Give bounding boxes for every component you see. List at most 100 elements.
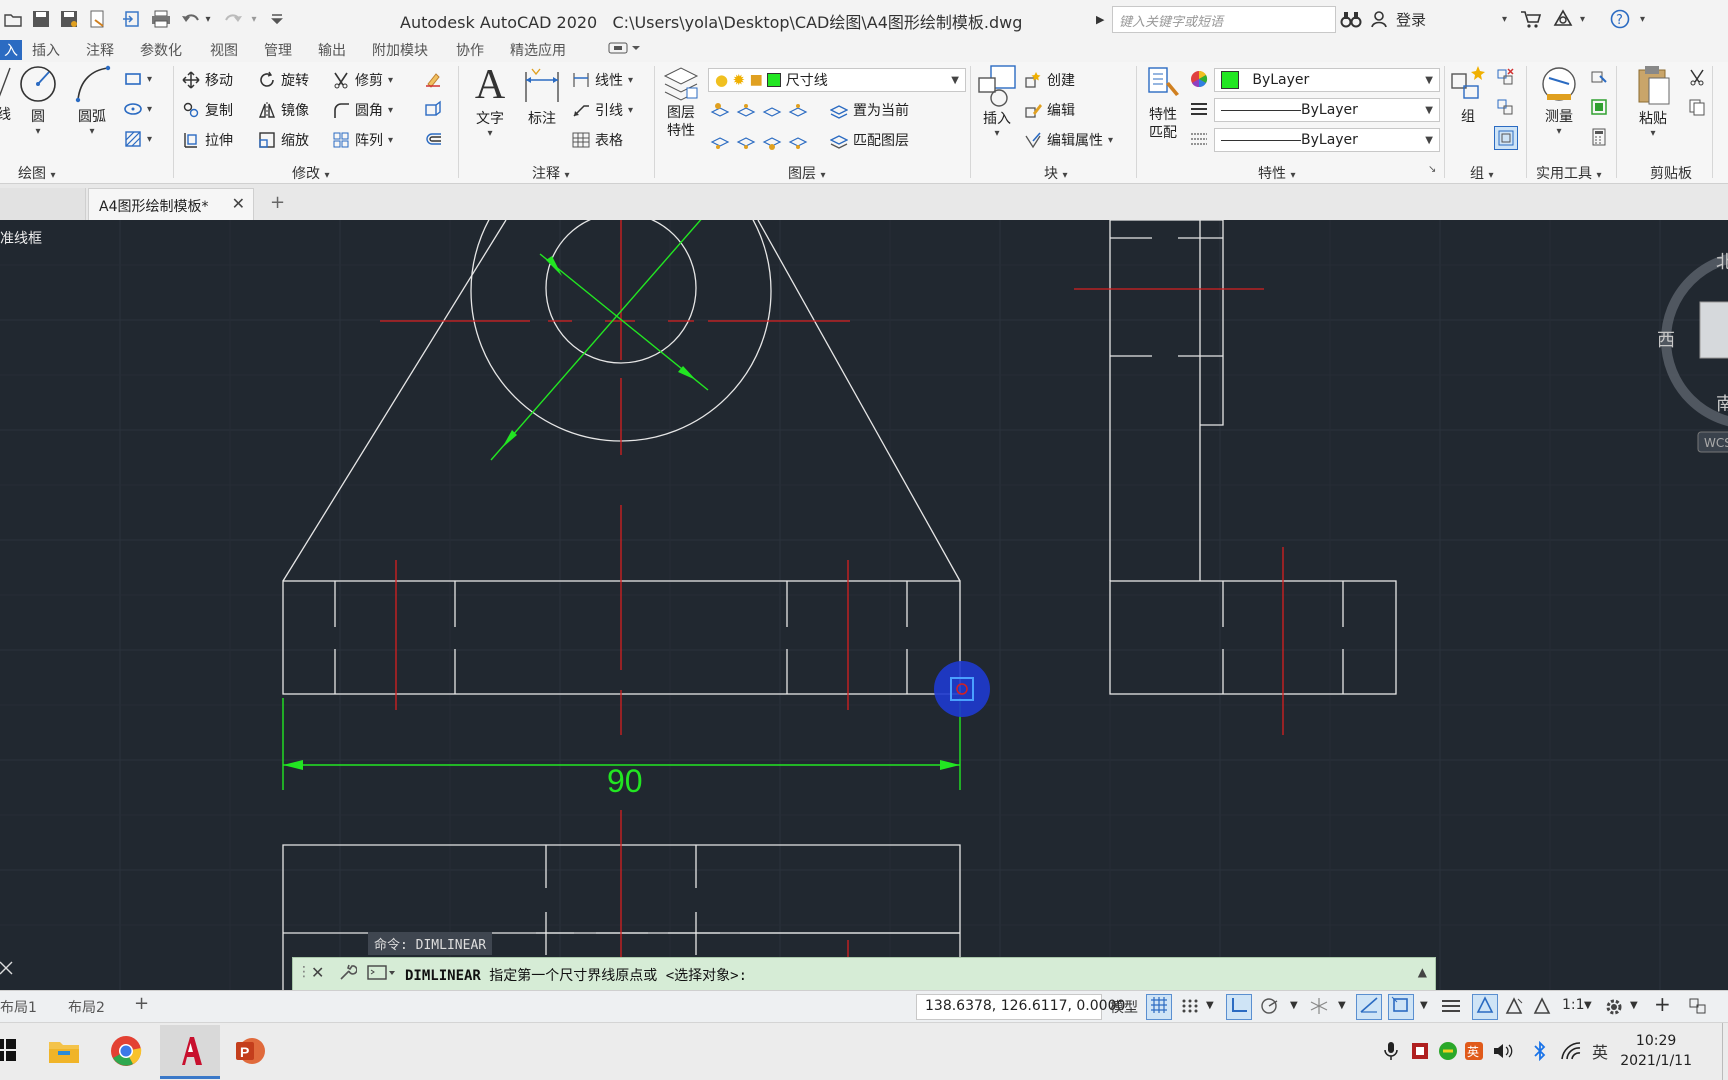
clipboard-panel-title[interactable]: 剪贴板 <box>1650 163 1692 183</box>
ungroup-icon[interactable] <box>1496 68 1514 86</box>
rectangle-button[interactable]: ▾ <box>124 70 152 88</box>
snap-toggle-icon[interactable] <box>1180 997 1200 1019</box>
tab-home[interactable]: 入 <box>0 40 22 60</box>
annotation-scale-icon[interactable] <box>1532 997 1552 1019</box>
group-button[interactable]: 组 <box>1446 64 1490 126</box>
drawing-canvas[interactable]: 90 北 西 南 WC 准线框 命令: DIMLINEAR ⋮ ✕ DIMLIN… <box>0 220 1728 990</box>
groups-panel-title[interactable]: 组 ▾ <box>1470 163 1493 183</box>
select-all-icon[interactable] <box>1590 98 1608 116</box>
viewcube-north[interactable]: 北 <box>1716 252 1728 273</box>
measure-button[interactable]: 测量 ▾ <box>1536 64 1582 137</box>
print-icon[interactable] <box>150 8 172 30</box>
plot-preview-icon[interactable] <box>86 8 108 30</box>
front-right-slope[interactable] <box>757 220 961 582</box>
show-desktop-button[interactable] <box>1722 1023 1728 1080</box>
explode-button[interactable] <box>424 100 442 118</box>
wifi-icon[interactable] <box>1560 1041 1582 1065</box>
linetype-dropdown[interactable]: ByLayer ▼ <box>1214 98 1440 122</box>
quick-select-icon[interactable] <box>1590 68 1608 86</box>
customize-qat-icon[interactable] <box>266 8 288 30</box>
tab-featured-apps[interactable]: 精选应用 <box>510 40 566 60</box>
scale-dropdown-icon[interactable]: ▼ <box>1584 1000 1592 1011</box>
tab-output[interactable]: 输出 <box>318 40 346 60</box>
arc-button[interactable]: 圆弧 ▾ <box>70 64 114 137</box>
isodraft-icon[interactable] <box>1308 997 1330 1019</box>
leader-button[interactable]: 引线 ▾ <box>572 100 633 120</box>
powerpoint-button[interactable]: P <box>230 1031 270 1071</box>
stretch-button[interactable]: 拉伸 <box>182 130 233 150</box>
polar-tracking-icon[interactable] <box>1260 997 1282 1019</box>
share-icon[interactable] <box>120 8 142 30</box>
auto-scale-icon[interactable] <box>1504 997 1524 1019</box>
move-button[interactable]: 移动 <box>182 70 233 90</box>
login-dropdown-icon[interactable]: ▾ <box>1502 8 1507 30</box>
ribbon-display-toggle-icon[interactable] <box>608 40 642 60</box>
dimension-button[interactable]: 标注 <box>520 64 564 128</box>
copy-button[interactable]: 复制 <box>182 100 233 120</box>
annotation-monitor-icon[interactable]: + <box>1654 992 1671 1016</box>
side-view[interactable] <box>1109 220 1397 695</box>
start-tab[interactable] <box>0 188 86 220</box>
modify-panel-title[interactable]: 修改 ▾ <box>292 163 329 183</box>
undo-icon[interactable] <box>180 8 202 30</box>
line-button[interactable]: 线 <box>0 64 14 124</box>
annotation-panel-title[interactable]: 注释 ▾ <box>532 163 569 183</box>
match-layer-button[interactable]: 匹配图层 <box>830 130 909 150</box>
command-expand-icon[interactable]: ▲ <box>1418 965 1427 979</box>
isodraft-dropdown-icon[interactable]: ▼ <box>1338 1000 1346 1011</box>
undo-dropdown-icon[interactable]: ▾ <box>202 8 214 30</box>
linear-dimension-button[interactable]: 线性 ▾ <box>572 70 633 90</box>
volume-icon[interactable] <box>1492 1041 1514 1065</box>
lineweight-display-icon[interactable] <box>1440 997 1462 1019</box>
scale-button[interactable]: 缩放 <box>258 130 309 150</box>
insert-block-button[interactable]: 插入 ▾ <box>974 64 1020 139</box>
utilities-panel-title[interactable]: 实用工具 ▾ <box>1536 163 1601 183</box>
fillet-button[interactable]: 圆角 ▾ <box>332 100 393 120</box>
snap-dropdown-icon[interactable]: ▼ <box>1206 1000 1214 1011</box>
polar-dropdown-icon[interactable]: ▼ <box>1290 1000 1298 1011</box>
properties-panel-title[interactable]: 特性 ▾ <box>1258 163 1295 183</box>
document-tab[interactable]: A4图形绘制模板* ✕ <box>88 188 254 220</box>
layer-properties-button[interactable]: 图层 特性 <box>658 64 704 140</box>
help-icon[interactable]: ? <box>1610 8 1630 30</box>
workspace-gear-icon[interactable] <box>1604 997 1624 1021</box>
tab-collaborate[interactable]: 协作 <box>456 40 484 60</box>
tray-ime-icon[interactable]: 英 <box>1464 1041 1484 1065</box>
layout-tab-2[interactable]: 布局2 <box>68 997 105 1017</box>
tray-security-icon[interactable] <box>1438 1041 1458 1065</box>
search-input[interactable]: 键入关键字或短语 <box>1112 6 1336 33</box>
command-recent-icon[interactable] <box>367 964 395 986</box>
coordinate-readout[interactable]: 138.6378, 126.6117, 0.0000 <box>916 994 1125 1020</box>
tab-parametric[interactable]: 参数化 <box>140 40 182 60</box>
command-close-icon[interactable]: ✕ <box>311 963 324 982</box>
open-icon[interactable] <box>2 8 24 30</box>
calculator-icon[interactable] <box>1590 128 1608 146</box>
group-selection-toggle-icon[interactable] <box>1494 126 1518 150</box>
annotation-scale-value[interactable]: 1:1 <box>1562 997 1585 1013</box>
command-line[interactable]: ⋮ ✕ DIMLINEAR 指定第一个尺寸界线原点或 <选择对象>: ▲ <box>292 957 1436 990</box>
edit-attributes-button[interactable]: 编辑属性 ▾ <box>1024 130 1113 150</box>
a360-icon[interactable] <box>1552 8 1574 30</box>
table-button[interactable]: 表格 <box>572 130 623 150</box>
bluetooth-icon[interactable] <box>1532 1040 1548 1065</box>
tab-addins[interactable]: 附加模块 <box>372 40 428 60</box>
tab-insert[interactable]: 插入 <box>32 40 60 60</box>
paste-button[interactable]: 粘贴 ▾ <box>1630 64 1676 139</box>
layout-tab-1[interactable]: 布局1 <box>0 997 37 1017</box>
circle-button[interactable]: 圆 ▾ <box>16 64 60 137</box>
copy-clip-icon[interactable] <box>1688 98 1706 116</box>
file-explorer-button[interactable] <box>44 1031 84 1071</box>
lineweight-dropdown[interactable]: ByLayer ▼ <box>1214 128 1440 152</box>
viewcube-south[interactable]: 南 <box>1716 394 1728 415</box>
microphone-icon[interactable] <box>1384 1041 1398 1065</box>
redo-dropdown-icon[interactable]: ▾ <box>248 8 260 30</box>
layers-panel-title[interactable]: 图层 ▾ <box>788 163 825 183</box>
set-current-layer-button[interactable]: 置为当前 <box>830 100 909 120</box>
trim-button[interactable]: 修剪 ▾ <box>332 70 393 90</box>
mirror-button[interactable]: 镜像 <box>258 100 309 120</box>
tab-annotate[interactable]: 注释 <box>86 40 114 60</box>
color-wheel-icon[interactable] <box>1190 70 1208 88</box>
properties-dialog-launcher-icon[interactable]: ↘ <box>1428 164 1436 175</box>
object-snap-tracking-icon[interactable] <box>1356 994 1382 1020</box>
dimension-value[interactable]: 90 <box>607 763 643 799</box>
